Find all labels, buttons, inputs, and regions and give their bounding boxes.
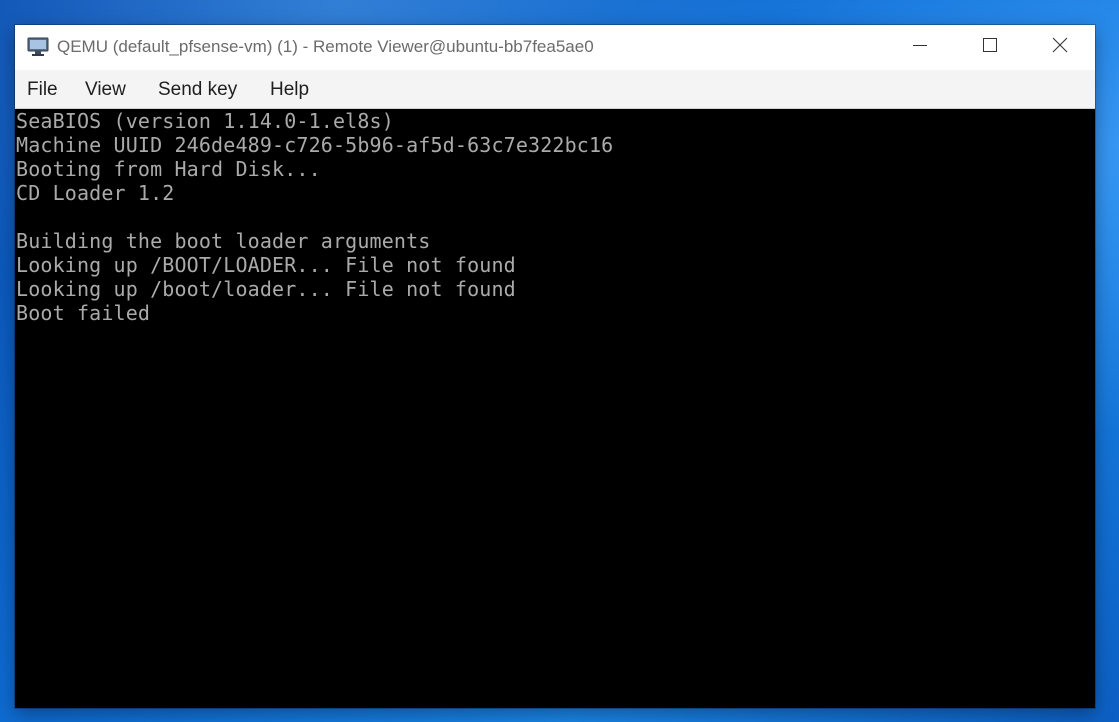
close-button[interactable] — [1025, 25, 1095, 70]
console-line: Machine UUID 246de489-c726-5b96-af5d-63c… — [16, 133, 614, 157]
remote-viewer-window: QEMU (default_pfsense-vm) (1) - Remote V… — [15, 25, 1095, 708]
menu-view[interactable]: View — [85, 79, 126, 101]
console-line: CD Loader 1.2 — [16, 181, 175, 205]
menu-bar: File View Send key Help — [15, 70, 1095, 109]
menu-help[interactable]: Help — [270, 79, 309, 101]
minimize-icon — [912, 37, 928, 58]
maximize-icon — [982, 37, 998, 58]
console-line: Boot failed — [16, 301, 151, 325]
window-title: QEMU (default_pfsense-vm) (1) - Remote V… — [57, 37, 594, 56]
console-line: Booting from Hard Disk... — [16, 157, 321, 181]
console-line: Looking up /BOOT/LOADER... File not foun… — [16, 253, 516, 277]
menu-file[interactable]: File — [27, 79, 58, 101]
vm-console-display[interactable]: SeaBIOS (version 1.14.0-1.el8s) Machine … — [15, 109, 1095, 708]
monitor-icon — [27, 37, 49, 57]
console-output: SeaBIOS (version 1.14.0-1.el8s) Machine … — [16, 109, 613, 325]
console-line: Looking up /boot/loader... File not foun… — [16, 277, 516, 301]
console-line: SeaBIOS (version 1.14.0-1.el8s) — [16, 109, 394, 133]
maximize-button[interactable] — [955, 25, 1025, 70]
console-line: Building the boot loader arguments — [16, 229, 431, 253]
close-icon — [1052, 37, 1068, 58]
menu-send-key[interactable]: Send key — [158, 79, 237, 101]
minimize-button[interactable] — [885, 25, 955, 70]
title-bar[interactable]: QEMU (default_pfsense-vm) (1) - Remote V… — [15, 25, 1095, 70]
